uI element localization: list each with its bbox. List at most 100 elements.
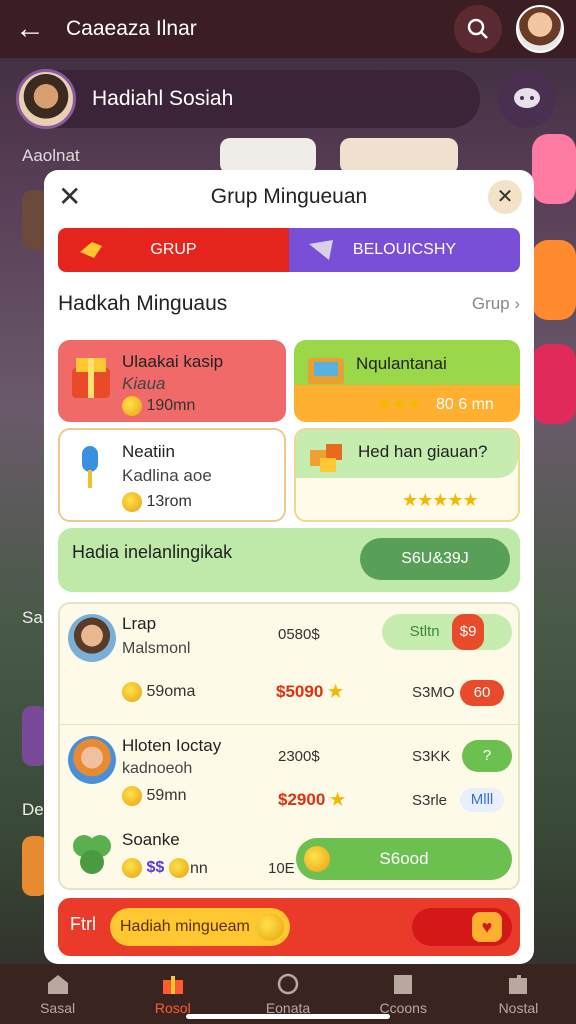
star-rating: ★★★	[376, 394, 422, 414]
tile-name: Neatiin	[122, 442, 175, 461]
treasure-chest-icon	[308, 358, 344, 384]
row-price-text: $2900	[278, 790, 326, 809]
footer-pill-label: Hadiah mingueam	[120, 918, 250, 935]
row-sub: kadnoeoh	[122, 760, 193, 777]
modal-title: Grup Mingueuan	[210, 185, 368, 208]
help-pill[interactable]: ?	[462, 740, 512, 772]
modal-header: ✕ Grup Mingueuan ✕	[44, 170, 534, 224]
coin-icon	[168, 858, 189, 878]
coin-icon	[122, 786, 142, 806]
group-modal: ✕ Grup Mingueuan ✕ GRUP BELOUICSHY Hadka…	[44, 170, 534, 964]
tile-value-text: 190mn	[146, 397, 196, 415]
nav-item-nostal[interactable]: Nostal	[461, 964, 576, 1024]
row-price: $2900 ★	[278, 790, 345, 810]
background-card	[340, 138, 458, 174]
tile-sub: Kadlina aoe	[122, 466, 212, 485]
row-value-text: 59mn	[146, 787, 187, 805]
footer-pill[interactable]: Hadiah mingueam	[110, 908, 290, 946]
close-icon[interactable]: ✕	[58, 182, 81, 212]
claim-button[interactable]: S6ood	[296, 838, 512, 880]
home-indicator	[186, 1014, 390, 1019]
claim-button-label: S6ood	[379, 849, 429, 868]
row-stat: S3rle	[412, 792, 448, 809]
avatar	[68, 736, 116, 784]
heart-icon: ♥	[472, 912, 502, 942]
tile-value: 80 6 mn	[436, 396, 494, 413]
tab-label: BELOUICSHY	[352, 241, 457, 258]
nav-label: Nostal	[498, 1000, 539, 1016]
home-icon	[47, 975, 68, 994]
tab-belouicshy[interactable]: BELOUICSHY	[289, 228, 520, 272]
row-value-text: 59oma	[146, 683, 196, 701]
row-value: 59oma	[122, 682, 195, 702]
coin-icon	[122, 492, 142, 512]
nav-label: Sasal	[40, 1000, 76, 1016]
cubes-icon	[310, 444, 342, 472]
row-stat: S3KK	[412, 748, 451, 765]
social-bar[interactable]: Hadiahl Sosiah	[16, 69, 480, 129]
tile-name: Nqulantanai	[356, 354, 447, 373]
book-icon	[394, 975, 413, 994]
reward-tile[interactable]: Ulaakai kasip Kiaua 190mn	[58, 340, 286, 422]
chat-icon[interactable]	[498, 70, 556, 128]
section-link-label: Grup	[471, 294, 510, 313]
background-section-label: Aaolnat	[22, 146, 80, 165]
row-price: $5090 ★	[276, 682, 343, 702]
row-sub-text: $$	[146, 859, 165, 877]
coin-icon	[256, 913, 284, 941]
reward-tile[interactable]: Hed han giauan? ★★★★★	[294, 428, 520, 522]
tile-value: 190mn	[122, 396, 195, 416]
hand-icon	[80, 242, 102, 258]
row-name: Hloten Ioctay	[122, 736, 222, 755]
like-button[interactable]: ♥	[412, 908, 512, 946]
background-side-label: De	[22, 800, 44, 819]
row-sub: Malsmonl	[122, 640, 191, 657]
coin-icon	[304, 846, 330, 872]
row-number: 0580$	[278, 626, 320, 643]
reward-tile[interactable]: Neatiin Kadlina aoe 13rom	[58, 428, 286, 522]
social-avatar	[16, 69, 76, 129]
section-link[interactable]: Grup ›	[472, 294, 520, 314]
background-badge	[532, 344, 576, 424]
star-icon: ★	[328, 682, 344, 701]
row-value: 59mn	[122, 786, 186, 806]
circle-icon	[277, 973, 299, 995]
tile-name: Hed han giauan?	[358, 442, 488, 461]
tile-sub: Kiaua	[122, 374, 166, 393]
profile-avatar[interactable]	[516, 5, 564, 53]
tab-bar: GRUP BELOUICSHY	[58, 228, 520, 272]
tab-grup[interactable]: GRUP	[58, 228, 289, 272]
star-icon: ★	[330, 790, 346, 809]
back-arrow-icon[interactable]: ←	[12, 11, 48, 47]
clover-icon	[73, 835, 111, 874]
close-icon[interactable]: ✕	[488, 180, 522, 214]
stat-badge: 60	[460, 680, 504, 706]
background-badge	[532, 240, 576, 320]
section-heading: Hadkah Minguaus	[58, 292, 228, 315]
envelope-icon	[309, 240, 333, 260]
list-item[interactable]: Hloten Ioctay kadnoeoh 2300$ S3KK ? 59mn…	[60, 726, 518, 822]
tile-value-text: 13rom	[146, 493, 192, 511]
reward-tile[interactable]: Nqulantanai ★★★ 80 6 mn	[294, 340, 520, 422]
status-pill-label: Stltn	[409, 623, 440, 640]
nav-item-sasal[interactable]: Sasal	[0, 964, 115, 1024]
banner-button[interactable]: S6U&39J	[360, 538, 510, 580]
banner: Hadia inelanlingikak S6U&39J	[58, 528, 520, 592]
row-price-text: $5090	[276, 682, 324, 701]
page-title: Caaeaza Ilnar	[66, 17, 197, 40]
list-item[interactable]: Lrap Malsmonl 0580$ Stltn $9 59oma $5090…	[60, 604, 518, 724]
top-bar: ← Caaeaza Ilnar	[0, 0, 576, 58]
row-name: Lrap	[122, 614, 157, 633]
social-label: Hadiahl Sosiah	[92, 87, 234, 110]
search-icon[interactable]	[454, 5, 502, 53]
row-sub: $$	[122, 858, 189, 878]
star-rating: ★★★★★	[402, 490, 479, 510]
footer-bar: Ftrl Hadiah mingueam ♥	[58, 898, 520, 956]
row-number: 2300$	[278, 748, 320, 765]
microphone-icon	[82, 446, 98, 488]
banner-text: Hadia inelanlingikak	[72, 542, 233, 562]
status-pill[interactable]: Stltn $9	[382, 614, 512, 650]
row-stat: S3MO	[412, 684, 455, 701]
coin-icon	[122, 858, 142, 878]
coin-icon	[122, 396, 142, 416]
